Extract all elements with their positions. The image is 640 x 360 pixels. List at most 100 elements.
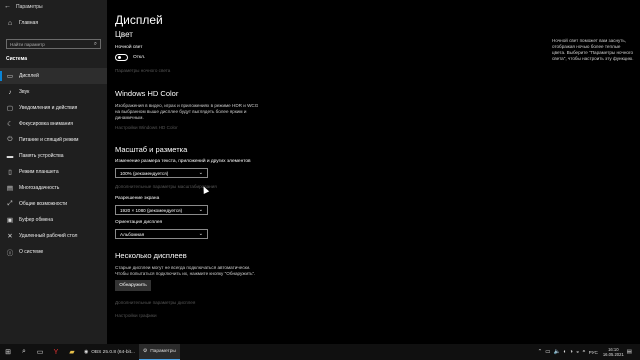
sidebar-item-label: Многозадачность (19, 185, 60, 191)
sidebar-item-icon: ☾ (7, 121, 13, 128)
sidebar-item-icon: ⏻ (7, 136, 13, 143)
sidebar-item-3[interactable]: ☾ Фокусировка внимания (0, 116, 107, 132)
home-icon: ⌂ (7, 19, 13, 27)
sidebar-item-label: О системе (19, 249, 44, 255)
chevron-down-icon: ⌄ (198, 170, 203, 176)
taskbar-app-settings[interactable]: ⚙ Параметры (138, 344, 180, 360)
sidebar-item-4[interactable]: ⏻ Питание и спящий режим (0, 132, 107, 148)
sidebar-item-icon: ▣ (6, 217, 14, 224)
sidebar-item-label: Дисплей (19, 73, 39, 79)
scale-section-title: Масштаб и разметка (115, 145, 188, 154)
clock-date: 16.05.2021 (602, 352, 624, 357)
hd-color-title: Windows HD Color (115, 89, 179, 98)
sidebar-item-7[interactable]: ▤ Многозадачность (0, 180, 107, 196)
start-icon[interactable]: ⊞ (0, 344, 16, 360)
sidebar-item-2[interactable]: ▢ Уведомления и действия (0, 100, 107, 116)
sidebar: ← Параметры ⌂ Главная Найти параметр ⌕ С… (0, 0, 107, 344)
size-value: 100% (рекомендуется) (120, 170, 169, 176)
sidebar-item-label: Звук (19, 89, 30, 95)
sidebar-item-label: Фокусировка внимания (19, 121, 73, 127)
clock[interactable]: 16:10 16.05.2021 (603, 347, 624, 357)
taskbar-app-settings-label: Параметры (150, 349, 176, 354)
taskbar-app-obs-label: OBS 25.0.8 (64-bit... (91, 349, 135, 355)
sidebar-item-label: Общие возможности (19, 201, 68, 207)
hd-color-settings-link[interactable]: Настройки Windows HD Color (115, 125, 178, 130)
task-view-icon[interactable]: ▭ (32, 344, 48, 360)
tray-app-icon[interactable]: ◓ (582, 349, 585, 355)
back-arrow-icon[interactable]: ← (4, 3, 11, 10)
search-icon[interactable]: ⌕ (16, 344, 32, 360)
file-explorer-icon[interactable]: ▰ (64, 344, 80, 360)
chevron-down-icon: ⌄ (198, 231, 203, 237)
yandex-browser-icon[interactable]: Y (48, 344, 64, 360)
sidebar-item-5[interactable]: ▬ Память устройства (0, 148, 107, 164)
section-title: Система (6, 56, 28, 62)
sidebar-item-icon: ▬ (6, 152, 14, 160)
sidebar-item-icon: ▭ (6, 73, 14, 80)
sidebar-item-icon: ⓘ (6, 250, 14, 257)
sidebar-item-icon: ✕ (7, 233, 13, 240)
search-placeholder: Найти параметр (10, 41, 45, 47)
sidebar-item-11[interactable]: ⓘ О системе (0, 244, 107, 260)
night-light-side-note: Ночной свет поможет вам заснуть, отображ… (552, 38, 634, 61)
tray-up-arrow-icon[interactable]: ⌃ (538, 349, 543, 355)
sidebar-item-home[interactable]: ⌂ Главная (0, 17, 107, 29)
taskbar-app-obs[interactable]: ◉ OBS 25.0.8 (64-bit... (80, 344, 139, 360)
sidebar-nav: ▭ Дисплей ♪ Звук ▢ Уведомления и действия ☾ Фок… (0, 68, 107, 260)
night-light-settings-link[interactable]: Параметры ночного света (115, 68, 170, 73)
chevron-down-icon: ⌄ (198, 207, 203, 213)
toggle-state: Откл. (133, 55, 146, 60)
obs-icon: ◉ (84, 349, 89, 355)
orientation-value: Альбомная (120, 231, 145, 237)
multi-display-description: Старые дисплеи могут не всегда подключат… (115, 265, 256, 276)
sidebar-item-1[interactable]: ♪ Звук (0, 84, 107, 100)
detect-button[interactable]: Обнаружить (115, 280, 151, 291)
search-icon: ⌕ (93, 40, 97, 47)
size-dropdown[interactable]: 100% (рекомендуется) ⌄ (115, 168, 208, 178)
sidebar-item-10[interactable]: ✕ Удаленный рабочий стол (0, 228, 107, 244)
gear-icon: ⚙ (142, 349, 148, 354)
hd-color-description: Изображения в видео, играх и приложениях… (115, 103, 259, 120)
detect-button-label: Обнаружить (119, 283, 147, 288)
sidebar-item-label: Питание и спящий режим (19, 137, 79, 143)
sidebar-item-0[interactable]: ▭ Дисплей (0, 68, 107, 84)
sidebar-item-label: Удаленный рабочий стол (19, 233, 78, 239)
sidebar-item-icon: ⤢ (7, 200, 13, 207)
window-title: Параметры (16, 3, 43, 10)
main-content: Дисплей Цвет Ночной свет Откл. Параметры… (107, 0, 640, 344)
resolution-dropdown[interactable]: 1920 × 1080 (рекомендуется) ⌄ (115, 205, 208, 215)
sidebar-item-icon: ▢ (6, 105, 14, 112)
tray-app-icon[interactable]: ◐ (563, 349, 566, 355)
size-label: Изменение размера текста, приложений и д… (115, 159, 251, 164)
night-light-label: Ночной свет (115, 45, 143, 50)
page-title: Дисплей (115, 13, 163, 27)
advanced-display-link[interactable]: Дополнительные параметры дисплея (115, 300, 195, 305)
sidebar-item-9[interactable]: ▣ Буфер обмена (0, 212, 107, 228)
sidebar-item-label: Режим планшета (19, 169, 59, 175)
search-input[interactable]: Найти параметр ⌕ (6, 39, 101, 49)
graphics-settings-link[interactable]: Настройки графики (115, 313, 157, 318)
volume-icon[interactable]: 🔈 (553, 349, 560, 355)
title-bar: ← Параметры (0, 0, 107, 13)
orientation-dropdown[interactable]: Альбомная ⌄ (115, 229, 208, 239)
resolution-value: 1920 × 1080 (рекомендуется) (120, 207, 183, 213)
sidebar-item-6[interactable]: ▯ Режим планшета (0, 164, 107, 180)
sidebar-item-8[interactable]: ⤢ Общие возможности (0, 196, 107, 212)
sidebar-item-icon: ♪ (8, 88, 12, 96)
orientation-label: Ориентация дисплея (115, 220, 163, 225)
tray-app-icon[interactable]: ◒ (576, 349, 579, 355)
sidebar-item-icon: ▤ (6, 185, 14, 192)
resolution-label: Разрешение экрана (115, 196, 160, 201)
color-section-title: Цвет (115, 30, 133, 39)
language-indicator[interactable]: РУС (589, 350, 598, 355)
night-light-toggle[interactable] (115, 54, 128, 61)
network-icon[interactable]: ▭ (545, 349, 550, 355)
notifications-icon[interactable]: ▤ (627, 349, 632, 355)
taskbar: ⊞ ⌕ ▭ Y ▰ ◉ OBS 25.0.8 (64-bit... ⚙ Пара… (0, 344, 640, 360)
tray-app-icon[interactable]: ◑ (570, 349, 573, 355)
sidebar-item-label: Память устройства (19, 153, 64, 159)
home-label: Главная (19, 20, 39, 26)
system-tray: ⌃ ▭ 🔈 ◐ ◑ ◒ ◓ РУС 16:10 16.05.2021 ▤ (538, 344, 640, 360)
multi-display-title: Несколько дисплеев (115, 251, 187, 260)
sidebar-item-label: Уведомления и действия (19, 105, 78, 111)
